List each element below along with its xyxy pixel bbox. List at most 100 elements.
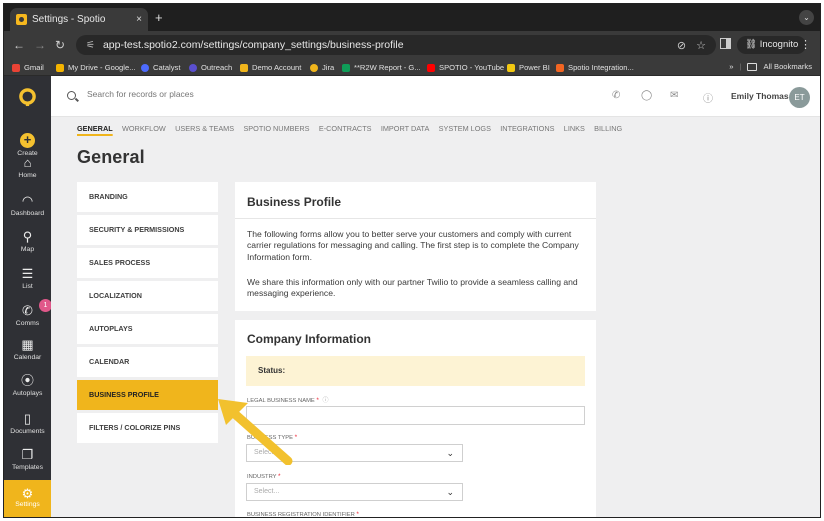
site-settings-icon[interactable]: ⚟ (86, 40, 95, 51)
list-icon: ☰ (21, 266, 34, 281)
business-profile-intro: The following forms allow you to better … (247, 229, 579, 262)
menu-item-business-profile[interactable]: BUSINESS PROFILE (77, 380, 218, 410)
folder-icon (747, 62, 758, 71)
settings-content: GENERAL WORKFLOW USERS & TEAMS SPOTIO NU… (51, 117, 820, 518)
address-bar[interactable]: ⚟ app-test.spotio2.com/settings/company_… (76, 35, 716, 55)
incognito-icon: ⛓ (745, 39, 758, 50)
industry-placeholder: Select... (254, 488, 280, 495)
bookmark-demo-account[interactable]: Demo Account (240, 63, 301, 72)
bookmarks-overflow-button[interactable]: » (729, 62, 733, 71)
nav-item-templates[interactable]: ❐ Templates (4, 447, 51, 472)
chat-icon[interactable]: ◯ (641, 90, 652, 101)
bookmark-catalyst[interactable]: Catalyst (141, 63, 180, 72)
gmail-icon (12, 63, 20, 72)
menu-item-calendar[interactable]: CALENDAR (77, 347, 218, 377)
templates-icon: ❐ (21, 447, 34, 462)
spotio-logo-icon[interactable] (18, 88, 37, 107)
bookmark-jira[interactable]: Jira (310, 63, 334, 72)
legal-business-name-input[interactable] (246, 406, 585, 425)
eye-off-icon[interactable]: ⊘ (677, 39, 686, 52)
catalyst-icon (141, 63, 149, 72)
bookmark-r2w-report[interactable]: **R2W Report - G... (342, 63, 421, 72)
bookmark-power-bi[interactable]: Power BI (507, 63, 550, 72)
tab-links[interactable]: LINKS (564, 124, 585, 133)
annotation-arrow-icon (218, 399, 293, 465)
outreach-icon (189, 63, 197, 72)
nav-item-settings[interactable]: ⚙ Settings (4, 480, 51, 517)
spotio-favicon-icon (16, 14, 27, 25)
bookmark-gmail[interactable]: Gmail (12, 63, 44, 72)
user-name[interactable]: Emily Thomas (731, 91, 789, 101)
tab-system-logs[interactable]: SYSTEM LOGS (439, 124, 491, 133)
tab-search-icon[interactable]: ⌄ (799, 10, 814, 25)
chevron-down-icon: ⌄ (446, 448, 454, 458)
gear-icon: ⚙ (21, 486, 34, 501)
global-search-input[interactable] (87, 89, 387, 99)
menu-item-security-permissions[interactable]: SECURITY & PERMISSIONS (77, 215, 218, 245)
bookmark-star-icon[interactable]: ☆ (696, 39, 706, 52)
divider (235, 218, 596, 219)
help-icon[interactable]: ⓘ (703, 90, 713, 105)
business-profile-privacy-note: We share this information only with our … (247, 277, 578, 299)
nav-item-map[interactable]: ⚲ Map (4, 230, 51, 254)
tab-title: Settings - Spotio (32, 14, 106, 25)
nav-item-dashboard[interactable]: ◠ Dashboard (4, 193, 51, 218)
bookmark-drive[interactable]: My Drive - Google... (56, 63, 136, 72)
reload-icon[interactable]: ↻ (55, 38, 65, 52)
search-icon (67, 91, 76, 100)
tab-integrations[interactable]: INTEGRATIONS (500, 124, 554, 133)
company-information-title: Company Information (247, 332, 372, 346)
bookmark-spotio-integration[interactable]: Spotio Integration... (556, 63, 634, 72)
menu-item-branding[interactable]: BRANDING (77, 182, 218, 212)
status-banner: Status: (246, 356, 585, 386)
autoplay-icon: ⦿ (20, 373, 34, 388)
nav-item-calendar[interactable]: ▦ Calendar (4, 338, 51, 362)
tab-billing[interactable]: BILLING (594, 124, 622, 133)
info-icon[interactable]: ⓘ (323, 398, 329, 404)
youtube-icon (427, 63, 435, 72)
integration-icon (556, 63, 564, 72)
tab-strip: Settings - Spotio × + ⌄ (4, 4, 820, 31)
tab-e-contracts[interactable]: E-CONTRACTS (319, 124, 372, 133)
avatar[interactable]: ET (789, 87, 810, 108)
all-bookmarks-button[interactable]: All Bookmarks (763, 62, 812, 71)
gauge-icon: ◠ (21, 193, 34, 208)
phone-icon[interactable]: ✆ (612, 90, 620, 101)
nav-item-list[interactable]: ☰ List (4, 266, 51, 291)
required-marker: * (356, 511, 359, 518)
nav-item-create[interactable]: + Create (4, 133, 51, 158)
sheets-icon (342, 63, 350, 72)
url-text: app-test.spotio2.com/settings/company_se… (102, 39, 404, 51)
plus-icon: + (20, 133, 35, 148)
tab-users-teams[interactable]: USERS & TEAMS (175, 124, 234, 133)
chevron-down-icon: ⌄ (446, 487, 454, 497)
tab-workflow[interactable]: WORKFLOW (122, 124, 166, 133)
drive-icon (56, 63, 64, 72)
browser-menu-icon[interactable]: ⋮ (800, 38, 811, 51)
menu-item-sales-process[interactable]: SALES PROCESS (77, 248, 218, 278)
side-panel-icon[interactable] (720, 38, 731, 49)
spotio-icon (240, 63, 248, 72)
app-header: ✆ ◯ ✉ ⓘ Emily Thomas ET (51, 76, 820, 117)
tab-import-data[interactable]: IMPORT DATA (381, 124, 430, 133)
menu-item-filters-colorize-pins[interactable]: FILTERS / COLORIZE PINS (77, 413, 218, 443)
nav-item-autoplays[interactable]: ⦿ Autoplays (4, 373, 51, 398)
tab-spotio-numbers[interactable]: SPOTIO NUMBERS (243, 124, 309, 133)
incognito-indicator[interactable]: ⛓ Incognito (737, 36, 807, 54)
browser-toolbar: ← → ↻ ⚟ app-test.spotio2.com/settings/co… (4, 31, 820, 59)
bookmark-youtube[interactable]: SPOTIO - YouTube (427, 63, 504, 72)
bookmark-outreach[interactable]: Outreach (189, 63, 232, 72)
new-tab-button[interactable]: + (155, 10, 163, 25)
back-icon[interactable]: ← (13, 38, 25, 52)
nav-item-home[interactable]: ⌂ Home (4, 156, 51, 180)
menu-item-localization[interactable]: LOCALIZATION (77, 281, 218, 311)
industry-select[interactable]: Select... ⌄ (246, 483, 463, 501)
menu-item-autoplays[interactable]: AUTOPLAYS (77, 314, 218, 344)
forward-icon[interactable]: → (34, 38, 46, 52)
mail-icon[interactable]: ✉ (670, 90, 678, 101)
tab-general[interactable]: GENERAL (77, 124, 113, 133)
nav-item-documents[interactable]: ▯ Documents (4, 411, 51, 436)
browser-tab[interactable]: Settings - Spotio × (10, 8, 148, 31)
document-icon: ▯ (23, 411, 32, 426)
tab-close-icon[interactable]: × (136, 14, 142, 25)
